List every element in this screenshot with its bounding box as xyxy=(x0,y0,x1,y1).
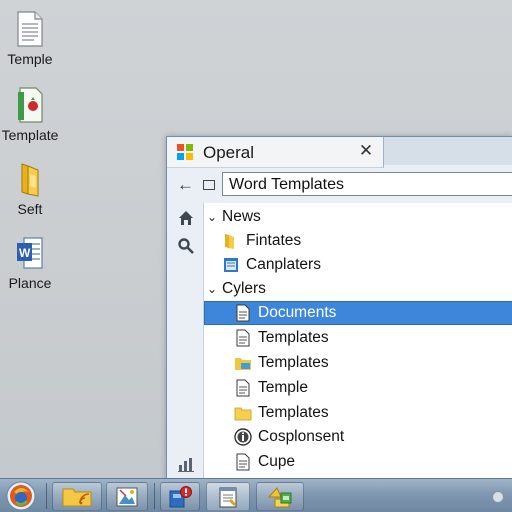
info-icon xyxy=(234,428,252,446)
folder-icon xyxy=(234,407,252,421)
tree-item-label: Templates xyxy=(258,404,329,421)
tree-item-cylers[interactable]: ⌄ Cylers xyxy=(204,277,512,301)
tree-item-label: News xyxy=(222,208,261,225)
document-icon xyxy=(236,329,250,347)
desktop-icon-label: Plance xyxy=(8,275,52,291)
tree-item-templates-folder[interactable]: Templates xyxy=(204,351,512,375)
document-icon xyxy=(236,304,250,322)
start-button[interactable] xyxy=(4,480,38,512)
tree-item-label: Canplaters xyxy=(246,256,321,273)
tree-item-documents[interactable]: Documents xyxy=(204,301,512,325)
taskbar-separator xyxy=(154,483,155,509)
tree-item-news[interactable]: ⌄ News xyxy=(204,205,512,229)
file-share-icon xyxy=(267,486,292,507)
desktop-icon-label: Temple xyxy=(7,51,53,67)
back-button[interactable]: ← xyxy=(177,175,194,195)
word-document-icon: W xyxy=(17,237,43,269)
tree-item-label: Templates xyxy=(258,329,329,346)
tree-item-label: Templates xyxy=(258,354,329,371)
address-bar-row: ← Word Templates xyxy=(167,168,512,202)
tree-item-canplaters[interactable]: Canplaters xyxy=(204,253,512,277)
document-icon xyxy=(236,453,250,471)
folder-icon xyxy=(235,358,251,370)
tree-item-label: Temple xyxy=(258,379,308,396)
svg-text:W: W xyxy=(19,246,31,260)
side-nav xyxy=(167,203,203,481)
taskbar xyxy=(0,478,512,512)
desktop-icon-seft[interactable]: Seft xyxy=(0,160,60,217)
desktop-icon-plance[interactable]: W Plance xyxy=(0,234,60,291)
address-input[interactable]: Word Templates xyxy=(222,172,512,196)
folder-outline-icon xyxy=(203,180,215,190)
desktop-icon-label: Template xyxy=(1,127,59,143)
tree-item-cosplonsent[interactable]: Cosplonsent xyxy=(204,425,512,449)
document-icon xyxy=(236,379,250,397)
chart-icon[interactable] xyxy=(177,455,195,473)
chevron-down-icon[interactable]: ⌄ xyxy=(204,282,220,296)
tree-item-templates[interactable]: Templates xyxy=(204,326,512,350)
taskbar-security-button[interactable] xyxy=(160,482,200,511)
window-title: Operal xyxy=(203,143,255,162)
window-titlebar[interactable]: Operal ✕ xyxy=(167,137,384,168)
tray-indicator-icon[interactable] xyxy=(492,491,504,503)
search-icon[interactable] xyxy=(177,237,195,255)
tree-item-label: Cosplonsent xyxy=(258,428,345,445)
list-window-icon xyxy=(224,258,238,272)
tree-item-label: Cupe xyxy=(258,453,296,470)
folder-icon xyxy=(225,234,234,249)
windows-logo-icon xyxy=(177,144,193,160)
close-button[interactable]: ✕ xyxy=(355,140,377,162)
notepad-icon xyxy=(219,487,237,507)
text-document-icon xyxy=(17,11,43,47)
titlebar-background xyxy=(384,137,512,165)
taskbar-notepad-button[interactable] xyxy=(206,482,250,511)
home-icon[interactable] xyxy=(177,209,195,227)
taskbar-picture-button[interactable] xyxy=(106,482,148,511)
taskbar-folder-button[interactable] xyxy=(52,482,102,511)
yellow-folder-icon xyxy=(21,163,39,197)
explorer-window: Operal ✕ ← Word Templates ⌄ News Fintate… xyxy=(166,136,512,482)
tree-item-label: Documents xyxy=(258,304,337,321)
desktop-icon-template[interactable]: Template xyxy=(0,86,60,143)
tree-item-fintates[interactable]: Fintates xyxy=(204,229,512,253)
desktop-icon-label: Seft xyxy=(17,201,43,217)
chevron-down-icon[interactable]: ⌄ xyxy=(204,210,220,224)
security-icon xyxy=(169,485,192,507)
folder-tree: ⌄ News Fintates Canplaters ⌄ Cylers Docu… xyxy=(203,203,512,481)
taskbar-file-share-button[interactable] xyxy=(256,482,304,511)
tree-item-templates-folder-2[interactable]: Templates xyxy=(204,401,512,425)
tree-item-label: Fintates xyxy=(246,232,302,249)
tree-item-temple[interactable]: Temple xyxy=(204,376,512,400)
folder-icon xyxy=(62,488,92,506)
taskbar-separator xyxy=(46,483,47,509)
green-spreadsheet-icon xyxy=(18,87,43,123)
picture-icon xyxy=(116,487,138,506)
desktop-icon-temple[interactable]: Temple xyxy=(0,10,60,67)
tree-item-cupe[interactable]: Cupe xyxy=(204,450,512,474)
tree-item-label: Cylers xyxy=(222,280,266,297)
